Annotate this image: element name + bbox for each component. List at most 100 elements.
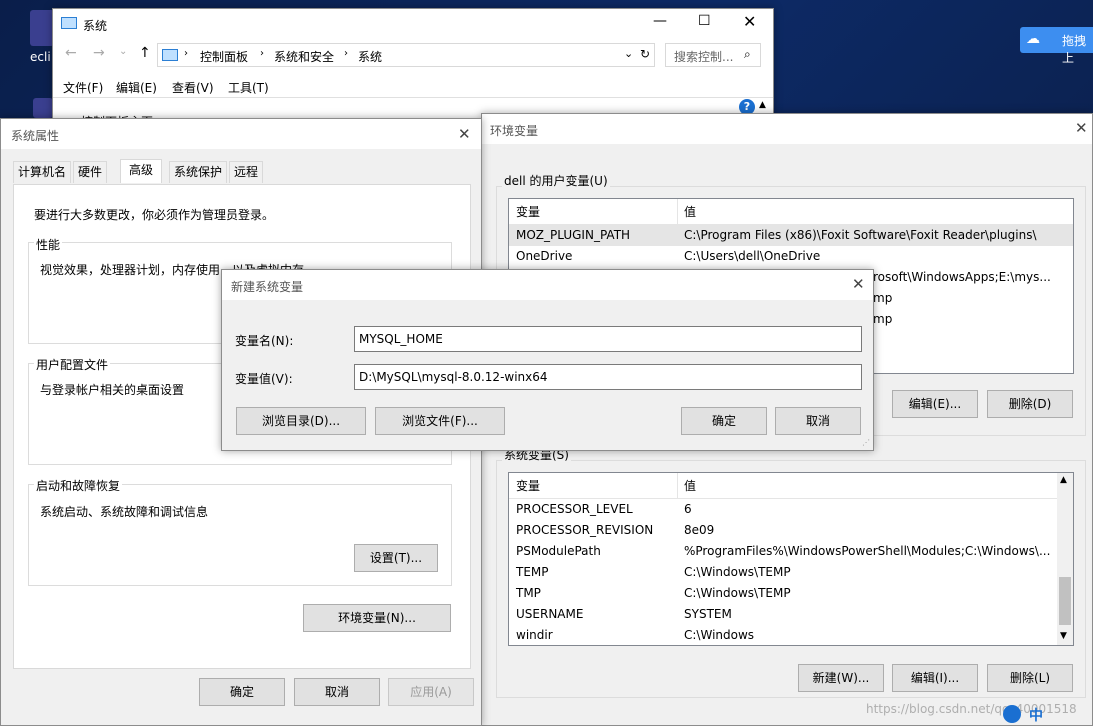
table-row[interactable]: TMP C:\Windows\TEMP xyxy=(509,583,1073,604)
history-chevron-icon[interactable]: ⌄ xyxy=(119,46,127,57)
table-row[interactable]: PROCESSOR_LEVEL 6 xyxy=(509,499,1073,520)
table-row[interactable]: MOZ_PLUGIN_PATH C:\Program Files (x86)\F… xyxy=(509,225,1073,246)
tab-strip: 计算机名 硬件 高级 系统保护 远程 xyxy=(13,159,473,185)
var-value: C:\Windows\TEMP xyxy=(684,565,791,579)
var-value: C:\Windows xyxy=(684,628,755,642)
browse-directory-button[interactable]: 浏览目录(D)... xyxy=(236,407,366,435)
tab-remote[interactable]: 远程 xyxy=(229,161,264,183)
desktop-icon-label[interactable]: ecli xyxy=(30,50,51,64)
eclipse-desktop-icon[interactable] xyxy=(30,10,54,46)
search-box[interactable]: 搜索控制... ⌕ xyxy=(665,43,761,67)
new-system-variable-dialog: 新建系统变量 ✕ 变量名(N): MYSQL_HOME 变量值(V): D:\M… xyxy=(221,269,874,451)
resize-grip-icon[interactable]: ⋰ xyxy=(862,438,870,447)
var-value: rosoft\WindowsApps;E:\mys... xyxy=(873,270,1051,284)
menu-edit[interactable]: 编辑(E) xyxy=(116,79,157,96)
scroll-thumb[interactable] xyxy=(1059,577,1071,625)
user-delete-button[interactable]: 删除(D) xyxy=(987,390,1073,418)
cancel-button[interactable]: 取消 xyxy=(294,678,380,706)
new-var-title: 新建系统变量 xyxy=(231,280,304,294)
sys-new-button[interactable]: 新建(W)... xyxy=(798,664,884,692)
address-dropdown-icon[interactable]: ⌄ xyxy=(624,47,633,60)
var-name: TMP xyxy=(516,586,541,600)
breadcrumb-sep-icon: › xyxy=(344,48,348,59)
minimize-icon[interactable]: — xyxy=(653,13,667,29)
browse-file-button[interactable]: 浏览文件(F)... xyxy=(375,407,505,435)
table-row[interactable]: PROCESSOR_REVISION 8e09 xyxy=(509,520,1073,541)
scroll-up-icon[interactable]: ▲ xyxy=(1060,475,1067,485)
sys-edit-button[interactable]: 编辑(I)... xyxy=(892,664,978,692)
column-header-value[interactable]: 值 xyxy=(684,199,696,225)
tab-advanced[interactable]: 高级 xyxy=(120,159,163,183)
refresh-icon[interactable]: ↻ xyxy=(640,47,650,61)
var-name: PROCESSOR_REVISION xyxy=(516,523,654,537)
breadcrumb-sep-icon: › xyxy=(184,48,188,59)
var-value: mp xyxy=(873,291,893,305)
startup-recovery-desc: 系统启动、系统故障和调试信息 xyxy=(40,505,209,519)
breadcrumb-item[interactable]: 系统和安全 xyxy=(274,48,334,65)
close-icon[interactable]: ✕ xyxy=(743,12,756,31)
var-value: C:\Users\dell\OneDrive xyxy=(684,249,821,263)
table-row[interactable]: TEMP C:\Windows\TEMP xyxy=(509,562,1073,583)
control-panel-icon xyxy=(162,49,178,61)
close-icon[interactable]: ✕ xyxy=(458,125,471,143)
maximize-icon[interactable]: ☐ xyxy=(698,13,711,29)
scroll-down-icon[interactable]: ▼ xyxy=(1060,631,1067,641)
user-profile-label: 用户配置文件 xyxy=(34,356,111,373)
ok-button[interactable]: 确定 xyxy=(199,678,285,706)
computer-icon xyxy=(61,17,77,29)
close-icon[interactable]: ✕ xyxy=(1075,119,1088,137)
tab-computer-name[interactable]: 计算机名 xyxy=(13,161,72,183)
var-name: windir xyxy=(516,628,553,642)
search-input[interactable]: 搜索控制... xyxy=(674,48,733,65)
ok-button[interactable]: 确定 xyxy=(681,407,767,435)
sys-delete-button[interactable]: 删除(L) xyxy=(987,664,1073,692)
column-header-variable[interactable]: 变量 xyxy=(516,473,540,499)
var-value: C:\Program Files (x86)\Foxit Software\Fo… xyxy=(684,228,1037,242)
up-arrow-icon[interactable]: ↑ xyxy=(139,45,151,61)
var-value: SYSTEM xyxy=(684,607,732,621)
var-name: PSModulePath xyxy=(516,544,601,558)
tab-hardware[interactable]: 硬件 xyxy=(73,161,108,183)
var-value: 6 xyxy=(684,502,692,516)
cancel-button[interactable]: 取消 xyxy=(775,407,861,435)
menu-bar: 文件(F) 编辑(E) 查看(V) 工具(T) xyxy=(53,75,773,97)
menu-tools[interactable]: 工具(T) xyxy=(228,79,269,96)
table-row[interactable]: windir C:\Windows xyxy=(509,625,1073,645)
column-header-value[interactable]: 值 xyxy=(684,473,696,499)
column-header-variable[interactable]: 变量 xyxy=(516,199,540,225)
ime-language-label: 中 xyxy=(1029,708,1043,724)
user-edit-button[interactable]: 编辑(E)... xyxy=(892,390,978,418)
apply-button[interactable]: 应用(A) xyxy=(388,678,474,706)
table-row[interactable]: PSModulePath %ProgramFiles%\WindowsPowerS… xyxy=(509,541,1073,562)
column-divider xyxy=(677,473,678,499)
table-row[interactable]: OneDrive C:\Users\dell\OneDrive xyxy=(509,246,1073,267)
breadcrumb-sep-icon: › xyxy=(260,48,264,59)
menu-view[interactable]: 查看(V) xyxy=(172,79,214,96)
scroll-up-icon[interactable]: ▲ xyxy=(759,100,766,110)
startup-settings-button[interactable]: 设置(T)... xyxy=(354,544,438,572)
close-icon[interactable]: ✕ xyxy=(852,275,865,293)
var-value-label: 变量值(V): xyxy=(235,372,293,386)
back-arrow-icon[interactable]: ← xyxy=(65,45,77,61)
search-icon: ⌕ xyxy=(744,47,751,61)
var-value-field[interactable]: D:\MySQL\mysql-8.0.12-winx64 xyxy=(354,364,862,390)
sys-vars-list[interactable]: 变量 值 PROCESSOR_LEVEL 6 PROCESSOR_REVISION… xyxy=(508,472,1074,646)
env-vars-button[interactable]: 环境变量(N)... xyxy=(303,604,451,632)
breadcrumb-item[interactable]: 控制面板 xyxy=(200,48,248,65)
vertical-scrollbar[interactable]: ▲ ▼ xyxy=(1057,473,1073,645)
ime-indicator[interactable]: 中 xyxy=(1003,703,1063,725)
var-name-field[interactable]: MYSQL_HOME xyxy=(354,326,862,352)
breadcrumb-item[interactable]: 系统 xyxy=(358,48,382,65)
tab-system-protection[interactable]: 系统保护 xyxy=(169,161,228,183)
var-value: C:\Windows\TEMP xyxy=(684,586,791,600)
forward-arrow-icon[interactable]: → xyxy=(93,45,105,61)
baidu-upload-widget[interactable]: ☁ 拖拽上 xyxy=(1020,27,1093,65)
var-name-label: 变量名(N): xyxy=(235,334,294,348)
table-row[interactable]: USERNAME SYSTEM xyxy=(509,604,1073,625)
menu-file[interactable]: 文件(F) xyxy=(63,79,103,96)
env-vars-title: 环境变量 xyxy=(490,124,539,138)
var-name: OneDrive xyxy=(516,249,573,263)
var-name: MOZ_PLUGIN_PATH xyxy=(516,228,631,242)
desktop-icon-2[interactable] xyxy=(33,98,53,118)
address-bar[interactable]: › 控制面板 › 系统和安全 › 系统 ⌄ ↻ xyxy=(157,43,655,67)
